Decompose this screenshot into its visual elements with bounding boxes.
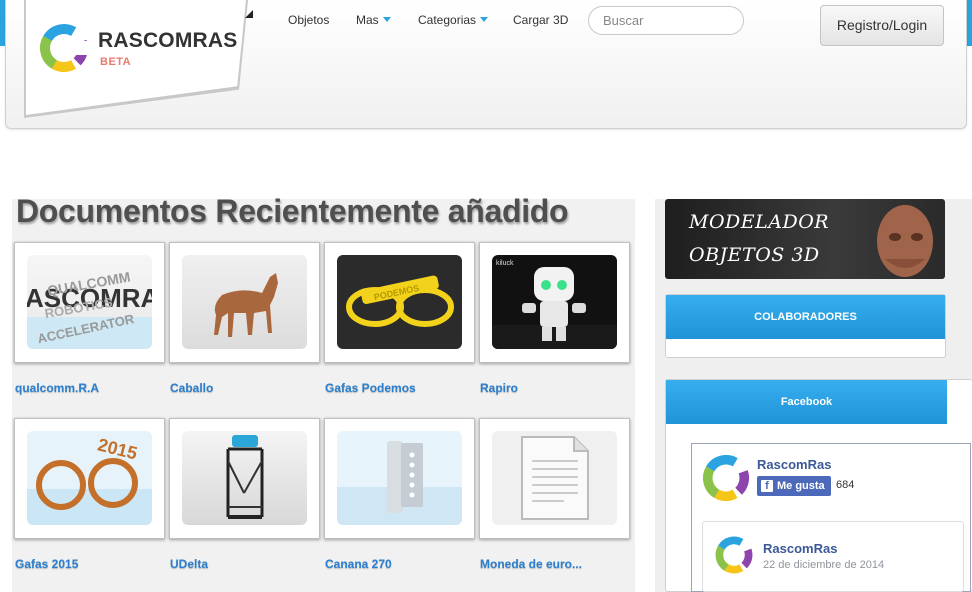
document-label-qualcomm[interactable]: qualcomm.R.A xyxy=(15,381,99,395)
document-label-canana-270[interactable]: Canana 270 xyxy=(325,557,392,571)
thumbnail-image: kiluck xyxy=(492,255,617,349)
thumbnail-image xyxy=(182,431,307,525)
document-file-icon xyxy=(492,431,617,525)
nav-objetos[interactable]: Objetos xyxy=(288,13,329,27)
thumbnail-image xyxy=(182,255,307,349)
page-title: Documentos Recientemente añadido xyxy=(16,193,569,229)
fb-page-name[interactable]: RascomRas xyxy=(757,457,831,472)
fb-post-author[interactable]: RascomRas xyxy=(763,541,837,556)
collaborators-title: COLABORADORES xyxy=(666,295,945,339)
brand-name[interactable]: RASCOMRAS xyxy=(98,29,237,53)
nav-categorias-label: Categorias xyxy=(418,13,477,27)
logo-icon[interactable] xyxy=(38,22,90,74)
document-card-moneda-de-euro[interactable] xyxy=(479,418,630,539)
nav-mas-label: Mas xyxy=(356,13,379,27)
thumbnail-image: ASCOMRA QUALCOMM ROBOTICS ACCELERATOR xyxy=(27,255,152,349)
svg-text:kiluck: kiluck xyxy=(496,260,514,267)
ad-banner-modelador[interactable]: MODELADOR OBJETOS 3D xyxy=(665,199,945,279)
thumbnail-image: PODEMOS xyxy=(337,255,462,349)
svg-text:2015: 2015 xyxy=(96,435,140,464)
facebook-icon: f xyxy=(761,480,773,492)
document-label-rapiro[interactable]: Rapiro xyxy=(480,381,518,395)
document-card-rapiro[interactable]: kiluck xyxy=(479,242,630,363)
fb-page-avatar[interactable] xyxy=(701,453,751,503)
document-card-udelta[interactable] xyxy=(169,418,320,539)
fb-post-avatar[interactable] xyxy=(714,535,754,575)
login-button[interactable]: Registro/Login xyxy=(820,5,944,46)
brand-beta-tag: BETA xyxy=(100,56,132,68)
ad-line-1: MODELADOR xyxy=(689,211,830,233)
document-card-canana-270[interactable] xyxy=(324,418,475,539)
collaborators-box: COLABORADORES xyxy=(665,294,946,358)
corner-triangle-icon xyxy=(245,10,253,18)
sculpted-head-image xyxy=(877,205,933,277)
nav-categorias[interactable]: Categorias xyxy=(418,13,489,27)
chevron-down-icon xyxy=(480,17,489,22)
nav-cargar-3d-label: Cargar 3D xyxy=(513,13,569,27)
nav-mas[interactable]: Mas xyxy=(356,13,391,27)
fb-like-button[interactable]: f Me gusta xyxy=(757,476,831,496)
document-card-qualcomm[interactable]: ASCOMRA QUALCOMM ROBOTICS ACCELERATOR xyxy=(14,242,165,363)
chevron-down-icon xyxy=(382,17,391,22)
nav-cargar-3d[interactable]: Cargar 3D xyxy=(513,13,568,27)
fb-post-date[interactable]: 22 de diciembre de 2014 xyxy=(763,559,884,571)
document-label-udelta[interactable]: UDelta xyxy=(170,557,208,571)
thumbnail-image: 2015 xyxy=(27,431,152,525)
facebook-title: Facebook xyxy=(666,380,947,424)
document-card-caballo[interactable] xyxy=(169,242,320,363)
fb-like-count: 684 xyxy=(836,479,855,491)
document-card-gafas-2015[interactable]: 2015 xyxy=(14,418,165,539)
ad-line-2: OBJETOS 3D xyxy=(689,244,820,266)
thumbnail-image xyxy=(337,431,462,525)
search-input[interactable] xyxy=(588,6,744,35)
document-label-gafas-podemos[interactable]: Gafas Podemos xyxy=(325,381,416,395)
document-card-gafas-podemos[interactable]: PODEMOS xyxy=(324,242,475,363)
fb-like-label: Me gusta xyxy=(777,480,825,492)
document-label-gafas-2015[interactable]: Gafas 2015 xyxy=(15,557,78,571)
document-label-moneda-de-euro[interactable]: Moneda de euro... xyxy=(480,557,582,571)
nav-objetos-label: Objetos xyxy=(288,13,330,27)
document-label-caballo[interactable]: Caballo xyxy=(170,381,213,395)
